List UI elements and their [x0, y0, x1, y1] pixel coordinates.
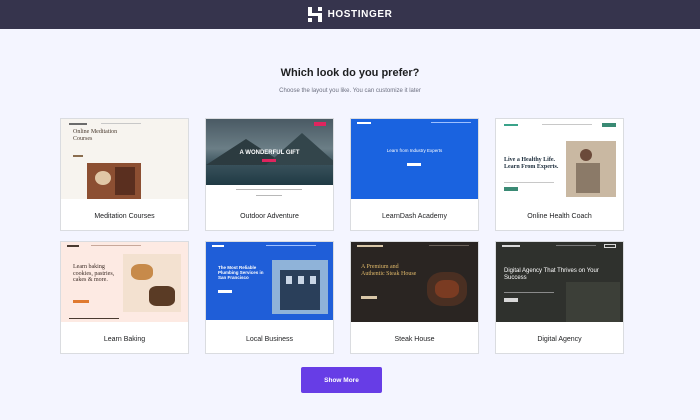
template-hero-text: A WONDERFUL GIFT: [239, 150, 300, 156]
template-hero-text: A Premium and Authentic Steak House: [361, 264, 417, 277]
template-thumbnail: The Most Reliable Plumbing Services in S…: [206, 242, 333, 322]
template-hero-text: Digital Agency That Thrives on Your Succ…: [504, 268, 599, 281]
show-more-button[interactable]: Show More: [301, 367, 382, 393]
template-thumbnail: Digital Agency That Thrives on Your Succ…: [496, 242, 623, 322]
template-hero-text: Live a Healthy Life. Learn From Experts.: [504, 157, 559, 170]
template-name: Local Business: [245, 336, 294, 343]
template-card-steak-house[interactable]: A Premium and Authentic Steak House Stea…: [350, 241, 479, 354]
template-name: Learn Baking: [103, 336, 146, 343]
template-thumbnail: Live a Healthy Life. Learn From Experts.: [496, 119, 623, 199]
page-title: Which look do you prefer?: [280, 67, 420, 79]
template-thumbnail: A WONDERFUL GIFT: [206, 119, 333, 199]
template-card-meditation-courses[interactable]: Online Meditation Courses Meditation Cou…: [60, 118, 189, 231]
template-hero-text: Learn baking cookies, pastries, cakes & …: [73, 264, 115, 284]
template-hero-text: The Most Reliable Plumbing Services in S…: [218, 265, 264, 280]
template-hero-text: Online Meditation Courses: [73, 129, 118, 142]
template-name: Online Health Coach: [527, 213, 592, 220]
template-card-outdoor-adventure[interactable]: A WONDERFUL GIFT Outdoor Adventure: [205, 118, 334, 231]
template-card-online-health-coach[interactable]: Live a Healthy Life. Learn From Experts.…: [495, 118, 624, 231]
template-card-local-business[interactable]: The Most Reliable Plumbing Services in S…: [205, 241, 334, 354]
template-name: Steak House: [394, 336, 435, 343]
template-name: Meditation Courses: [94, 213, 155, 220]
template-card-learndash-academy[interactable]: Learn from Industry Experts LearnDash Ac…: [350, 118, 479, 231]
template-card-learn-baking[interactable]: Learn baking cookies, pastries, cakes & …: [60, 241, 189, 354]
template-name: Outdoor Adventure: [240, 213, 299, 220]
template-thumbnail: Learn from Industry Experts: [351, 119, 478, 199]
hostinger-logo-icon: [307, 7, 322, 22]
page-subtitle: Choose the layout you like. You can cust…: [279, 88, 421, 94]
template-thumbnail: Online Meditation Courses: [61, 119, 188, 199]
template-name: LearnDash Academy: [382, 213, 447, 220]
template-hero-text: Learn from Industry Experts: [386, 148, 443, 153]
top-bar: HOSTINGER: [0, 0, 700, 29]
template-name: Digital Agency: [537, 336, 582, 343]
template-grid: Online Meditation Courses Meditation Cou…: [60, 118, 624, 354]
template-card-digital-agency[interactable]: Digital Agency That Thrives on Your Succ…: [495, 241, 624, 354]
template-thumbnail: Learn baking cookies, pastries, cakes & …: [61, 242, 188, 322]
brand-name: HOSTINGER: [327, 9, 393, 20]
template-thumbnail: A Premium and Authentic Steak House: [351, 242, 478, 322]
